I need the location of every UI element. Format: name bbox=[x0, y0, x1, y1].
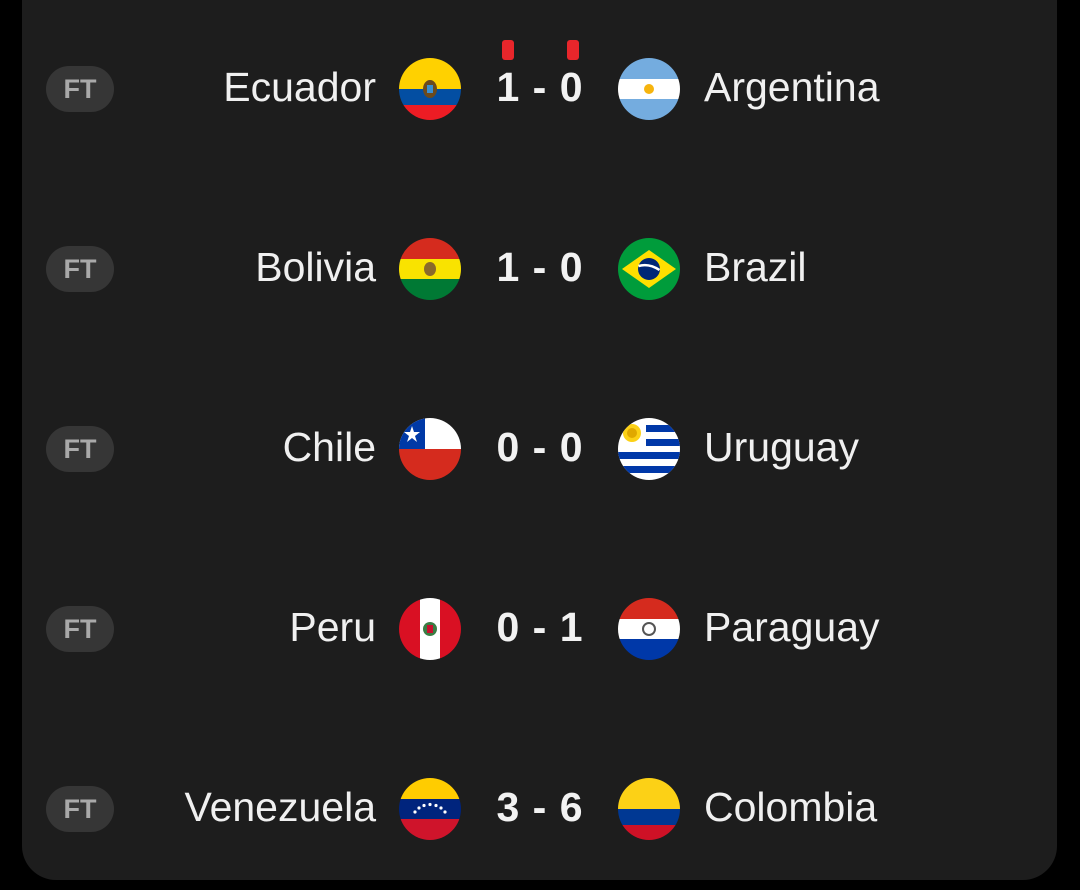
venezuela-flag-icon bbox=[399, 778, 461, 840]
uruguay-flag-icon bbox=[618, 418, 680, 480]
match-list-card: FT Ecuador 1 - 0 Argentina FT Bolivia 1 … bbox=[22, 0, 1057, 880]
away-team-name: Uruguay bbox=[704, 424, 859, 470]
colombia-flag-icon bbox=[618, 778, 680, 840]
status-badge: FT bbox=[46, 246, 114, 292]
match-score: 0 - 1 bbox=[496, 604, 584, 650]
away-team-name: Brazil bbox=[704, 244, 807, 290]
bolivia-flag-icon bbox=[399, 238, 461, 300]
match-score: 0 - 0 bbox=[496, 424, 584, 470]
red-card-icon bbox=[567, 40, 579, 60]
red-card-icon bbox=[502, 40, 514, 60]
home-team-name: Venezuela bbox=[184, 784, 376, 830]
match-score: 1 - 0 bbox=[496, 64, 584, 110]
chile-flag-icon bbox=[399, 418, 461, 480]
home-team-name: Chile bbox=[282, 424, 376, 470]
home-team-name: Bolivia bbox=[255, 244, 376, 290]
match-row[interactable]: FT Venezuela 3 - 6 Colombia bbox=[22, 720, 1057, 880]
match-row[interactable]: FT Bolivia 1 - 0 Brazil bbox=[22, 180, 1057, 360]
status-badge: FT bbox=[46, 426, 114, 472]
peru-flag-icon bbox=[399, 598, 461, 660]
away-team-name: Argentina bbox=[704, 64, 880, 110]
match-row[interactable]: FT Peru 0 - 1 Paraguay bbox=[22, 540, 1057, 720]
paraguay-flag-icon bbox=[618, 598, 680, 660]
away-team-name: Colombia bbox=[704, 784, 878, 830]
argentina-flag-icon bbox=[618, 58, 680, 120]
match-score: 3 - 6 bbox=[496, 784, 584, 830]
status-badge: FT bbox=[46, 606, 114, 652]
match-row[interactable]: FT Ecuador 1 - 0 Argentina bbox=[22, 0, 1057, 180]
match-row[interactable]: FT Chile 0 - 0 Uruguay bbox=[22, 360, 1057, 540]
ecuador-flag-icon bbox=[399, 58, 461, 120]
status-badge: FT bbox=[46, 66, 114, 112]
match-score: 1 - 0 bbox=[496, 244, 584, 290]
status-badge: FT bbox=[46, 786, 114, 832]
home-team-name: Ecuador bbox=[223, 64, 376, 110]
home-team-name: Peru bbox=[289, 604, 376, 650]
away-team-name: Paraguay bbox=[704, 604, 880, 650]
brazil-flag-icon bbox=[618, 238, 680, 300]
